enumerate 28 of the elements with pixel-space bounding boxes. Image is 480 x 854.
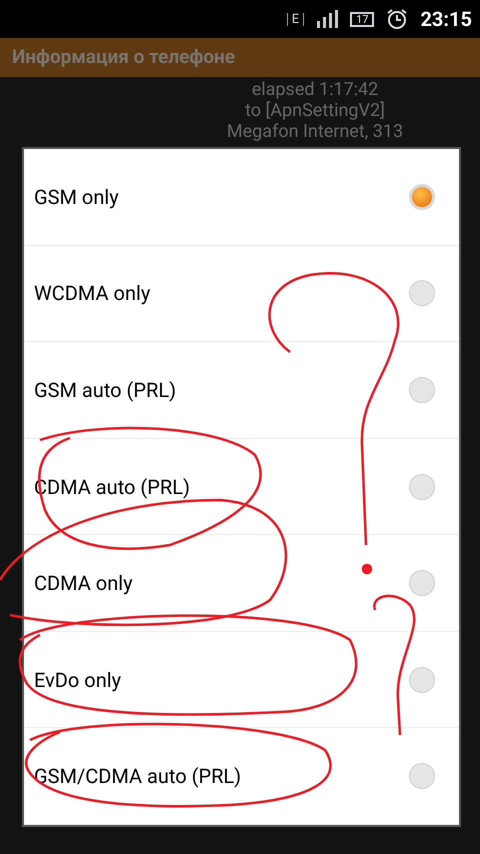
status-text: Megafon Internet, 313 xyxy=(226,121,404,142)
option-row[interactable]: WCDMA only xyxy=(24,246,459,342)
alarm-clock-icon xyxy=(386,8,408,30)
clock: 23:15 xyxy=(420,6,472,33)
option-row[interactable]: EvDo only xyxy=(24,632,459,728)
option-row[interactable]: GSM auto (PRL) xyxy=(24,342,459,439)
option-label: CDMA only xyxy=(34,570,133,598)
option-label: GSM auto (PRL) xyxy=(34,376,176,404)
radio-button[interactable] xyxy=(409,570,435,596)
status-text: to [ApnSettingV2] xyxy=(245,100,385,121)
option-label: WCDMA only xyxy=(34,280,150,308)
radio-button[interactable] xyxy=(409,763,435,790)
option-row[interactable]: GSM/CDMA auto (PRL) xyxy=(24,728,459,826)
screen-title: Информация о телефоне xyxy=(12,44,236,70)
option-label: GSM/CDMA auto (PRL) xyxy=(34,763,242,790)
option-row[interactable]: CDMA only xyxy=(24,535,459,632)
radio-button[interactable] xyxy=(409,666,435,693)
status-text: elapsed 1:17:42 xyxy=(252,79,378,100)
option-row[interactable]: GSM only xyxy=(24,149,459,246)
radio-button[interactable] xyxy=(409,474,435,500)
radio-button[interactable] xyxy=(409,280,435,306)
option-label: EvDo only xyxy=(34,666,122,694)
signal-icon xyxy=(316,10,338,28)
radio-button[interactable] xyxy=(409,376,435,403)
network-type: E xyxy=(286,12,304,26)
option-label: GSM only xyxy=(34,184,119,211)
radio-button[interactable] xyxy=(409,184,435,210)
battery-level: 17 xyxy=(350,12,374,26)
